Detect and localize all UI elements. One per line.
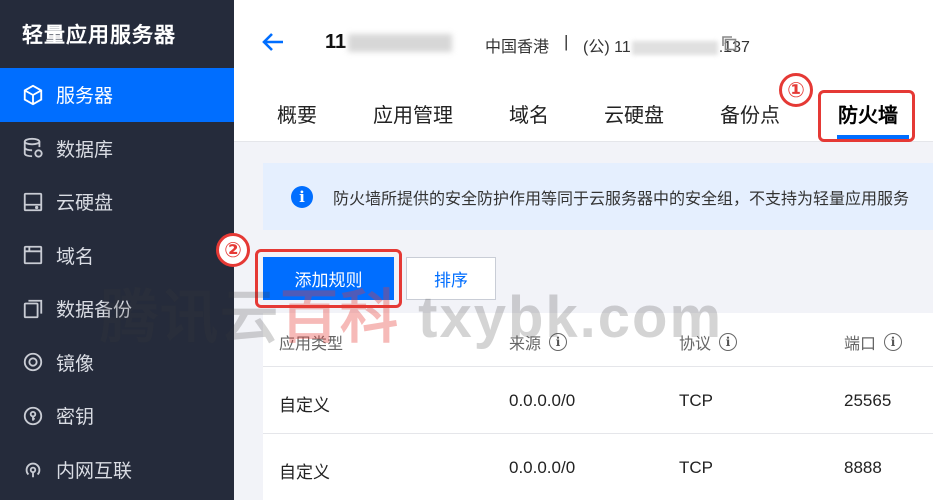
annotation-box-add-rule: [255, 249, 402, 308]
column-header-protocol: 协议 i: [679, 330, 738, 354]
cell-protocol: TCP: [679, 391, 713, 410]
disk-icon: [22, 191, 44, 213]
sidebar-item-image[interactable]: 镜像: [0, 336, 234, 390]
sidebar-item-label: 镜像: [56, 353, 95, 375]
sidebar-item-server[interactable]: 服务器: [0, 68, 234, 122]
server-name: 11: [325, 31, 453, 54]
cell-port: 8888: [844, 458, 882, 477]
table-row[interactable]: 自定义 0.0.0.0/0 TCP 25565: [263, 367, 933, 434]
column-header-source: 来源 i: [509, 330, 568, 354]
image-icon: [22, 351, 44, 373]
tab-cloud-disk[interactable]: 云硬盘: [604, 99, 664, 128]
sidebar-item-database[interactable]: 数据库: [0, 122, 234, 176]
backup-icon: [22, 298, 44, 320]
sidebar-item-label: 密钥: [56, 407, 95, 429]
annotation-step-1: ①: [779, 73, 813, 107]
table-row[interactable]: 自定义 0.0.0.0/0 TCP 8888: [263, 434, 933, 500]
sidebar-item-label: 域名: [56, 246, 95, 268]
sidebar: 轻量应用服务器 服务器 数据库 云硬盘 域名 数据备份 镜像 密钥 内网互联: [0, 0, 234, 500]
tab-overview[interactable]: 概要: [277, 99, 317, 128]
sidebar-item-label: 数据库: [56, 139, 114, 161]
tab-backup-point[interactable]: 备份点: [720, 99, 780, 128]
sidebar-item-label: 服务器: [56, 86, 114, 108]
cube-icon: [22, 84, 44, 106]
network-icon: [22, 458, 44, 480]
column-header-app-type: 应用类型: [279, 336, 344, 353]
cell-source: 0.0.0.0/0: [509, 458, 576, 477]
redacted-ip: [631, 40, 718, 55]
tab-app-management[interactable]: 应用管理: [373, 99, 453, 128]
sort-button[interactable]: 排序: [406, 257, 496, 300]
cell-app-type: 自定义: [279, 463, 330, 482]
table-header: 应用类型 来源 i 协议 i 端口 i: [263, 313, 933, 367]
annotation-box-firewall-tab: [818, 90, 915, 142]
back-arrow-icon[interactable]: [260, 29, 286, 55]
sidebar-item-backup[interactable]: 数据备份: [0, 282, 234, 336]
domain-icon: [22, 244, 44, 266]
sidebar-item-network[interactable]: 内网互联: [0, 443, 234, 497]
info-text: 防火墙所提供的安全防护作用等同于云服务器中的安全组，不支持为轻量应用服务: [333, 190, 910, 208]
annotation-step-2: ②: [216, 233, 250, 267]
info-icon: i: [291, 185, 313, 208]
info-banner: i 防火墙所提供的安全防护作用等同于云服务器中的安全组，不支持为轻量应用服务: [263, 163, 933, 230]
redacted-name: [348, 33, 453, 52]
info-icon[interactable]: i: [719, 333, 738, 351]
copy-icon[interactable]: [721, 35, 737, 51]
cell-source: 0.0.0.0/0: [509, 391, 576, 410]
main-content: 11 中国香港 | (公) 11.137 概要 应用管理 域名 云硬盘 备份点 …: [234, 0, 933, 500]
sidebar-item-label: 内网互联: [56, 460, 133, 482]
header-separator: |: [564, 32, 569, 51]
firewall-rules-table: 应用类型 来源 i 协议 i 端口 i 自定义 0.0.0.0/0 TCP 25565…: [263, 313, 933, 500]
sidebar-item-label: 云硬盘: [56, 193, 114, 215]
sidebar-item-disk[interactable]: 云硬盘: [0, 175, 234, 229]
tab-domain[interactable]: 域名: [509, 99, 549, 128]
sidebar-item-label: 数据备份: [56, 300, 133, 322]
info-icon[interactable]: i: [549, 333, 568, 351]
database-icon: [22, 137, 44, 159]
sidebar-item-key[interactable]: 密钥: [0, 389, 234, 443]
column-header-port: 端口 i: [844, 330, 903, 354]
sidebar-title: 轻量应用服务器: [22, 24, 176, 47]
server-region: 中国香港: [485, 39, 550, 56]
cell-port: 25565: [844, 391, 892, 410]
key-icon: [22, 405, 44, 427]
server-header: 11 中国香港 | (公) 11.137: [234, 0, 933, 83]
cell-protocol: TCP: [679, 458, 713, 477]
info-icon[interactable]: i: [884, 333, 903, 351]
cell-app-type: 自定义: [279, 396, 330, 415]
sidebar-item-domain[interactable]: 域名: [0, 229, 234, 283]
